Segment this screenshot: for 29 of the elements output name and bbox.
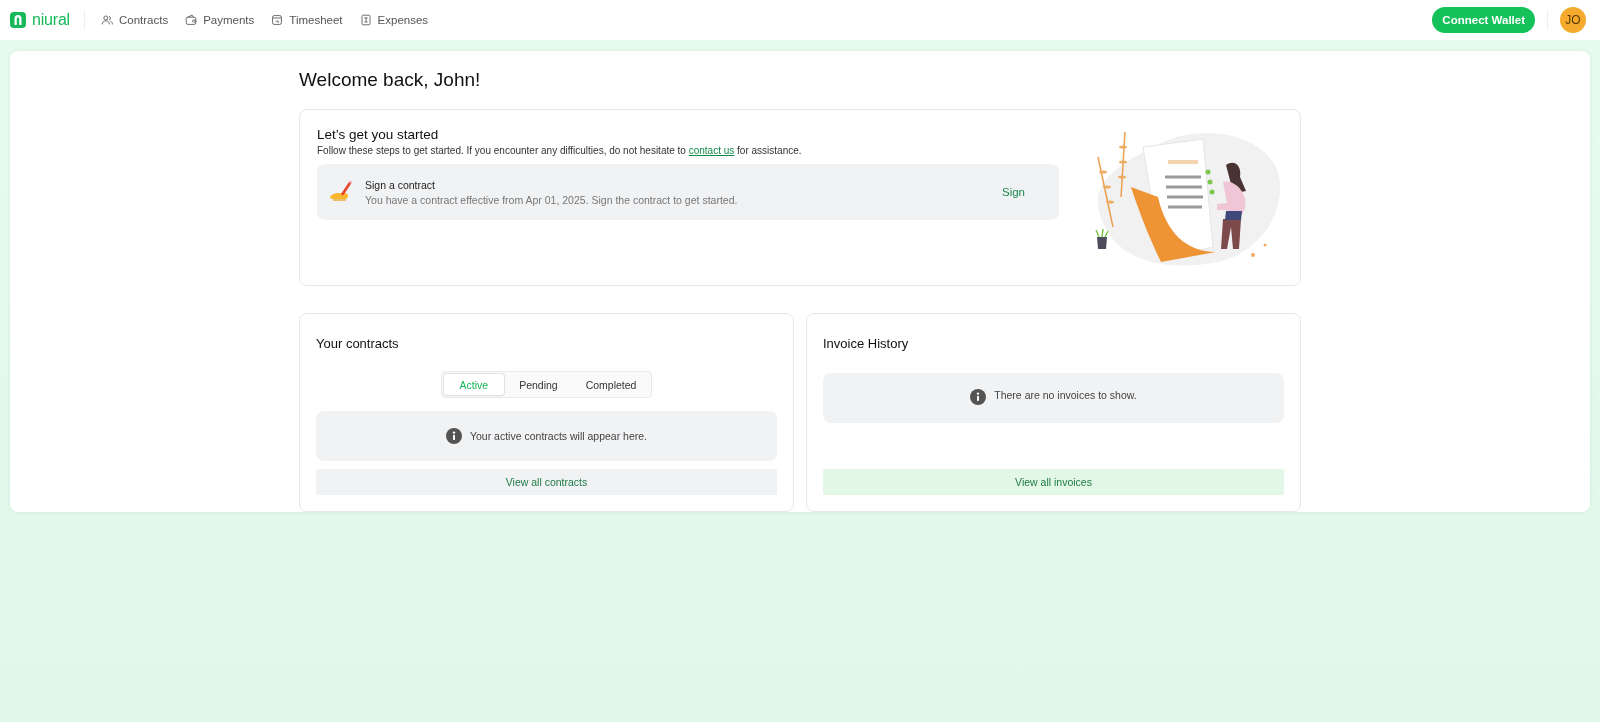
avatar[interactable]: JO <box>1560 7 1586 33</box>
nav-link[interactable]: Payments <box>185 14 255 26</box>
wallet-icon <box>185 14 198 26</box>
sign-button[interactable]: Sign <box>981 180 1045 204</box>
people-icon <box>100 14 113 26</box>
card-title: Your contracts <box>316 336 400 352</box>
tab[interactable]: Pending <box>506 374 571 395</box>
intro-text: Follow these steps to get started. If you encounter any difficulties, do not hesitate to contact us for assistance. <box>317 145 803 156</box>
info-icon <box>445 428 462 444</box>
receipt-icon <box>359 14 372 26</box>
nav-link[interactable]: Expenses <box>359 14 429 26</box>
card-title: Invoice History <box>823 336 910 352</box>
welcome-heading: Welcome back, John! <box>299 69 482 92</box>
empty-message: Your active contracts will appear here. <box>469 430 647 442</box>
task-description: You have a contract effective from Apr 01, 2025. Sign the contract to get started. <box>365 193 739 206</box>
tab[interactable]: Completed <box>572 374 650 395</box>
tab[interactable]: Active <box>443 374 505 395</box>
logo-icon <box>10 12 26 28</box>
task-title: Sign a contract <box>365 178 437 191</box>
view-all-button[interactable]: View all contracts <box>316 469 777 495</box>
brand-name: niural <box>32 11 70 29</box>
empty-message: There are no invoices to show. <box>994 389 1137 401</box>
section-title: Let’s get you started <box>317 127 440 142</box>
nav-link[interactable]: Contracts <box>100 14 169 26</box>
info-icon <box>970 389 987 405</box>
view-all-button[interactable]: View all invoices <box>823 469 1284 495</box>
contact-link[interactable]: contact us <box>688 145 735 156</box>
calendar-icon <box>271 14 284 26</box>
nav-link[interactable]: Timesheet <box>271 14 343 26</box>
